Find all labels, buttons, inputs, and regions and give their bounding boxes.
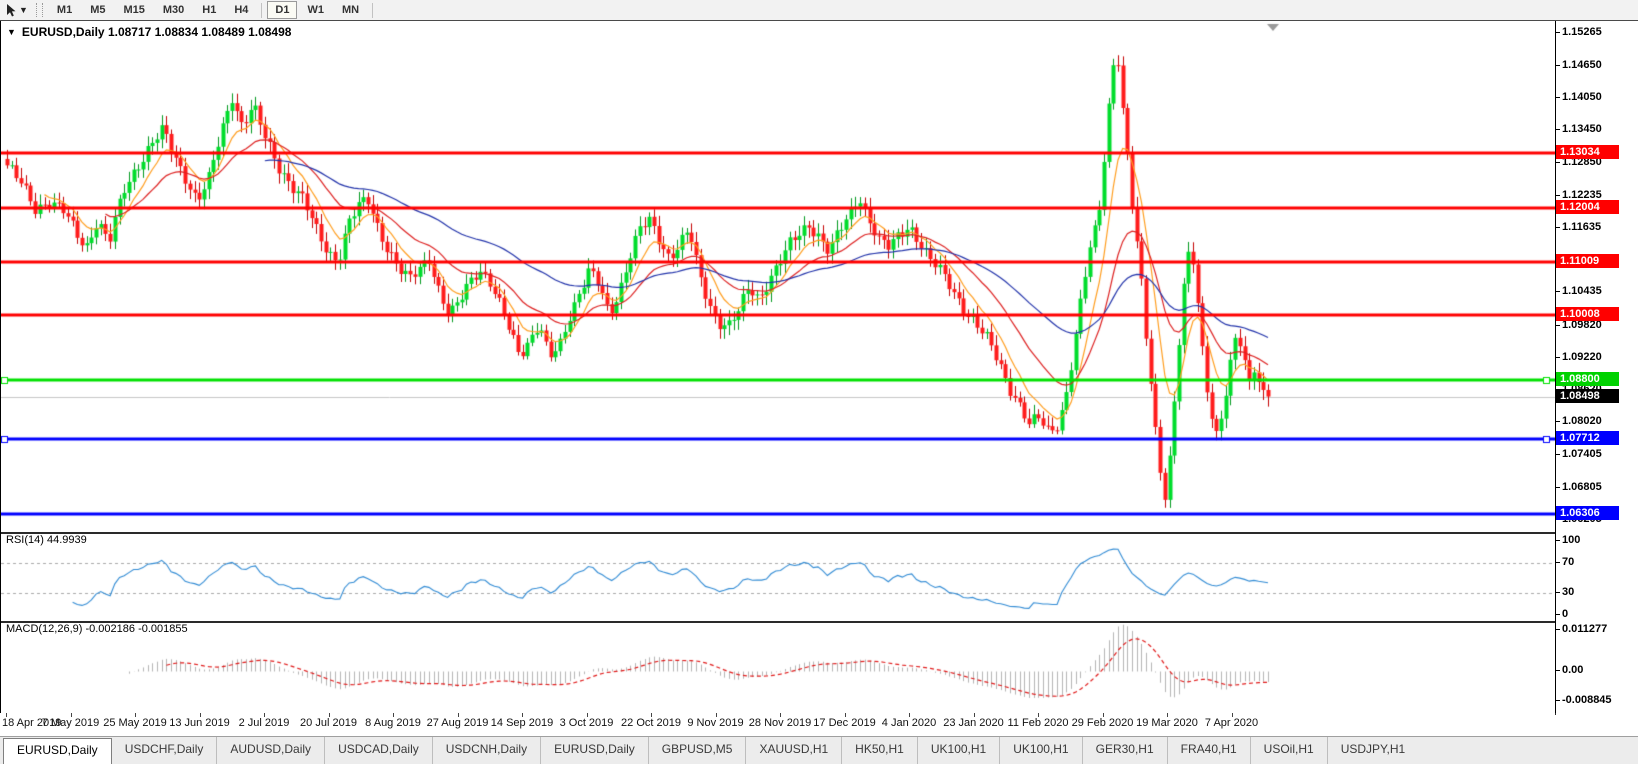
- time-axis[interactable]: 18 Apr 2019 7 May 2019 25 May 2019 13 Jun 2…: [0, 713, 1555, 737]
- price-tick: 1.12235: [1556, 188, 1602, 201]
- top-toolbar: ▼ M1 M5 M15 M30 H1 H4 D1 W1 MN: [0, 0, 1638, 21]
- date-label: 13 Jun 2019: [169, 717, 230, 729]
- price-tick: 1.11635: [1555, 220, 1602, 233]
- chart-tabbar: EURUSD,Daily USDCHF,Daily AUDUSD,Daily USDC…: [0, 736, 1638, 764]
- rsi-axis-tick: 100: [1555, 534, 1581, 546]
- price-tick: 1.14050: [1556, 91, 1602, 104]
- timeframe-button-m30[interactable]: M30: [155, 1, 192, 19]
- date-label: 14 Sep 2019: [490, 717, 554, 729]
- timeframe-button-h4[interactable]: H4: [226, 1, 256, 19]
- rsi-axis-tick: 0: [1555, 608, 1569, 620]
- price-tick: 1.07405: [1556, 448, 1602, 461]
- date-label: 8 Aug 2019: [365, 717, 421, 729]
- price-badge-resistance: 1.11009: [1556, 253, 1619, 268]
- timeframe-button-h1[interactable]: H1: [194, 1, 224, 19]
- toolbar-separator: [372, 2, 374, 18]
- price-tick: 1.15265: [1556, 25, 1602, 38]
- chart-tab-ger30-h1[interactable]: GER30,H1: [1081, 737, 1167, 764]
- price-badge-resistance: 1.12004: [1556, 200, 1619, 215]
- date-label: 27 Aug 2019: [426, 717, 489, 729]
- date-label: 23 Jan 2020: [943, 717, 1004, 729]
- chevron-down-icon: ▼: [19, 4, 28, 15]
- price-tick: 1.10435: [1556, 285, 1602, 298]
- rsi-axis-tick: 70: [1555, 556, 1575, 569]
- date-label: 7 May 2019: [41, 717, 100, 729]
- price-badge-current-price: 1.08498: [1556, 388, 1619, 403]
- macd-pane: MACD(12,26,9) -0.002186 -0.001855: [0, 621, 1556, 715]
- chart-tab-usdcnh-daily[interactable]: USDCNH,Daily: [431, 737, 540, 764]
- price-badge-support: 1.08800: [1556, 372, 1619, 387]
- date-label: 4 Jan 2020: [881, 717, 937, 729]
- price-tick: 1.14650: [1556, 58, 1602, 71]
- date-label: 2 Jul 2019: [238, 717, 290, 729]
- timeframe-button-m15[interactable]: M15: [115, 1, 152, 19]
- chart-tab-xauusd-h1[interactable]: XAUUSD,H1: [745, 737, 841, 764]
- toolbar-separator: [261, 2, 263, 18]
- timeframe-group: M1 M5 M15 M30 H1 H4 D1 W1 MN: [48, 0, 377, 20]
- date-label: 17 Dec 2019: [813, 717, 876, 729]
- main-chart-canvas[interactable]: [1, 21, 1555, 530]
- rsi-pane: RSI(14) 44.9939: [0, 532, 1556, 623]
- date-label: 7 Apr 2020: [1204, 717, 1259, 729]
- timeframe-button-m5[interactable]: M5: [82, 1, 113, 19]
- price-tick: 1.08020: [1556, 415, 1602, 428]
- price-tick: 1.06805: [1556, 480, 1602, 493]
- macd-axis-tick: 0.011277: [1555, 623, 1608, 636]
- chart-tab-usdjpy-h1[interactable]: USDJPY,H1: [1326, 737, 1418, 764]
- macd-canvas[interactable]: [1, 621, 1555, 711]
- cursor-icon: [7, 3, 16, 16]
- date-label: 11 Feb 2020: [1007, 717, 1069, 729]
- date-label: 20 Jul 2019: [300, 717, 357, 729]
- price-badge-support: 1.07712: [1556, 430, 1619, 445]
- price-badge-resistance: 1.10008: [1556, 307, 1619, 322]
- timeframe-button-d1[interactable]: D1: [267, 1, 298, 19]
- price-pane: ▼ EURUSD,Daily 1.08717 1.08834 1.08489 1…: [0, 21, 1556, 534]
- chart-tab-usoil-h1[interactable]: USOil,H1: [1249, 737, 1327, 764]
- chart-tab-eurusd-daily[interactable]: EURUSD,Daily: [540, 737, 648, 764]
- chart-area: ▼ EURUSD,Daily 1.08717 1.08834 1.08489 1…: [0, 20, 1638, 737]
- chart-tab-gbpusd-m5[interactable]: GBPUSD,M5: [647, 737, 746, 764]
- timeframe-button-w1[interactable]: W1: [299, 1, 332, 19]
- date-label: 3 Oct 2019: [559, 717, 614, 729]
- date-label: 25 May 2019: [103, 717, 167, 729]
- chart-tab-uk100-h1[interactable]: UK100,H1: [999, 737, 1081, 764]
- rsi-canvas[interactable]: [1, 532, 1555, 619]
- chart-tab-usdcad-daily[interactable]: USDCAD,Daily: [324, 737, 432, 764]
- price-axis[interactable]: 1.15265 1.14650 1.14050 1.13450 1.12850 1.122…: [1555, 21, 1638, 737]
- chart-tab-fra40-h1[interactable]: FRA40,H1: [1166, 737, 1250, 764]
- date-label: 22 Oct 2019: [621, 717, 681, 729]
- macd-axis-tick: -0.008845: [1556, 694, 1612, 706]
- chart-tab-eurusd-daily[interactable]: EURUSD,Daily: [3, 738, 112, 764]
- chart-tab-usdchf-daily[interactable]: USDCHF,Daily: [112, 737, 217, 764]
- date-label: 29 Feb 2020: [1071, 717, 1134, 729]
- date-label: 9 Nov 2019: [687, 717, 744, 729]
- price-tick: 1.13450: [1556, 123, 1602, 136]
- timeframe-button-mn[interactable]: MN: [334, 1, 367, 19]
- date-label: 19 Mar 2020: [1136, 717, 1198, 729]
- price-tick: 1.09220: [1556, 350, 1602, 363]
- macd-axis-tick: 0.00: [1555, 664, 1584, 676]
- chart-tab-hk50-h1[interactable]: HK50,H1: [841, 737, 917, 764]
- price-badge-support: 1.06306: [1556, 506, 1619, 521]
- chart-tab-audusd-daily[interactable]: AUDUSD,Daily: [216, 737, 324, 764]
- cursor-tool-button[interactable]: ▼: [0, 1, 34, 19]
- timeframe-button-m1[interactable]: M1: [49, 1, 80, 19]
- date-label: 28 Nov 2019: [748, 717, 812, 729]
- price-badge-resistance: 1.13034: [1556, 144, 1619, 159]
- toolbar-grip[interactable]: [35, 3, 43, 17]
- chart-tab-uk100-h1[interactable]: UK100,H1: [916, 737, 999, 764]
- rsi-axis-tick: 30: [1555, 585, 1575, 598]
